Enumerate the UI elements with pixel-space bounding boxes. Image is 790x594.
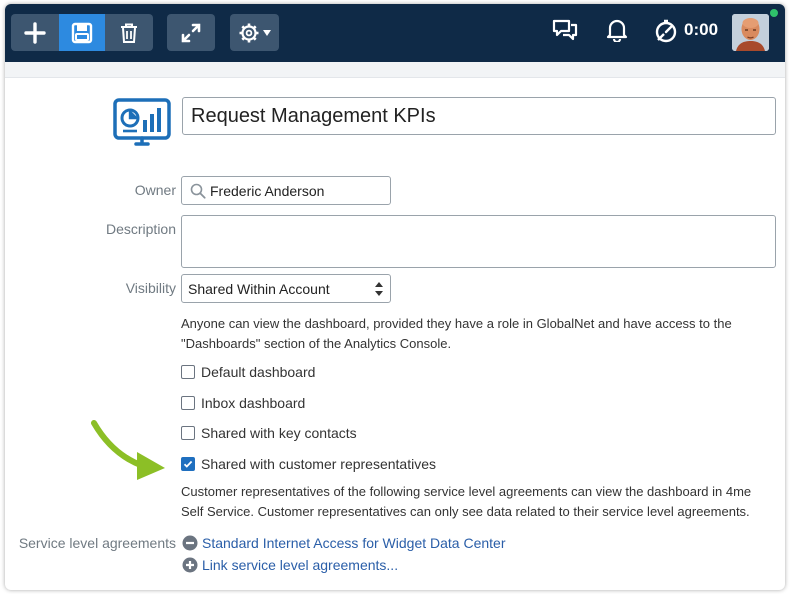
trash-icon [119, 22, 139, 44]
key-contacts-label: Shared with key contacts [201, 425, 357, 441]
sla-item: Standard Internet Access for Widget Data… [182, 535, 506, 551]
select-arrows-icon [374, 281, 384, 300]
settings-button-group [230, 14, 279, 51]
inbox-dashboard-label: Inbox dashboard [201, 395, 306, 411]
plus-circle-icon [182, 557, 198, 573]
description-label-wrap: Description [5, 221, 176, 241]
description-label: Description [105, 221, 176, 237]
default-dashboard-checkbox[interactable] [181, 365, 195, 379]
visibility-selected-value: Shared Within Account [188, 280, 330, 297]
inbox-dashboard-checkbox-row[interactable]: Inbox dashboard [181, 395, 305, 411]
visibility-label-wrap: Visibility [5, 280, 176, 300]
expand-icon [180, 22, 202, 44]
link-sla-row[interactable]: Link service level agreements... [182, 557, 398, 573]
bell-icon [606, 18, 628, 47]
description-textarea[interactable] [181, 215, 776, 268]
notifications-button[interactable] [603, 18, 631, 46]
owner-value: Frederic Anderson [210, 182, 325, 199]
key-contacts-checkbox-row[interactable]: Shared with key contacts [181, 425, 357, 441]
plus-icon [24, 21, 46, 44]
sla-label-wrap: Service level agreements [5, 535, 176, 555]
delete-button[interactable] [105, 14, 153, 51]
save-icon [71, 22, 93, 44]
inbox-dashboard-checkbox[interactable] [181, 396, 195, 410]
customer-reps-label: Shared with customer representatives [201, 456, 436, 472]
default-dashboard-checkbox-row[interactable]: Default dashboard [181, 364, 315, 380]
remove-sla-button[interactable] [182, 535, 198, 551]
settings-button[interactable] [230, 14, 279, 51]
minus-circle-icon [182, 535, 198, 551]
expand-button-group [167, 14, 215, 51]
add-button[interactable] [11, 14, 59, 51]
visibility-select[interactable]: Shared Within Account [181, 274, 391, 303]
dashboard-name-input[interactable]: Request Management KPIs [182, 97, 776, 135]
app-window: 0:00 Request Management KPIs Owner Frede… [5, 4, 785, 590]
default-dashboard-label: Default dashboard [201, 364, 316, 380]
chat-icon [552, 18, 578, 47]
timer-display[interactable]: 0:00 [684, 20, 718, 40]
checkmark-icon [183, 460, 193, 468]
toolbar-separator [5, 62, 785, 78]
sla-label: Service level agreements [18, 535, 176, 551]
save-button[interactable] [59, 14, 105, 51]
highlight-arrow-icon [91, 420, 169, 487]
top-bar: 0:00 [5, 4, 785, 62]
owner-label: Owner [134, 182, 176, 198]
chevron-down-icon [263, 29, 271, 36]
link-sla-button[interactable]: Link service level agreements... [202, 557, 398, 573]
owner-label-wrap: Owner [5, 182, 176, 202]
customer-reps-checkbox-row[interactable]: Shared with customer representatives [181, 456, 436, 472]
sla-link[interactable]: Standard Internet Access for Widget Data… [202, 535, 506, 551]
key-contacts-checkbox[interactable] [181, 426, 195, 440]
gear-icon [238, 22, 260, 44]
edit-button-group [11, 14, 153, 51]
expand-button[interactable] [167, 14, 215, 51]
stopwatch-icon [654, 18, 680, 49]
chat-button[interactable] [551, 18, 579, 46]
owner-field[interactable]: Frederic Anderson [181, 176, 391, 205]
visibility-help-text: Anyone can view the dashboard, provided … [181, 316, 732, 351]
dashboard-icon [113, 98, 171, 155]
customer-reps-help-text: Customer representatives of the followin… [181, 484, 752, 519]
avatar[interactable] [732, 14, 769, 51]
search-icon [190, 183, 206, 199]
customer-reps-checkbox[interactable] [181, 457, 195, 471]
time-tracking-button[interactable] [653, 19, 681, 47]
visibility-label: Visibility [125, 280, 176, 296]
online-status-indicator [769, 8, 779, 18]
